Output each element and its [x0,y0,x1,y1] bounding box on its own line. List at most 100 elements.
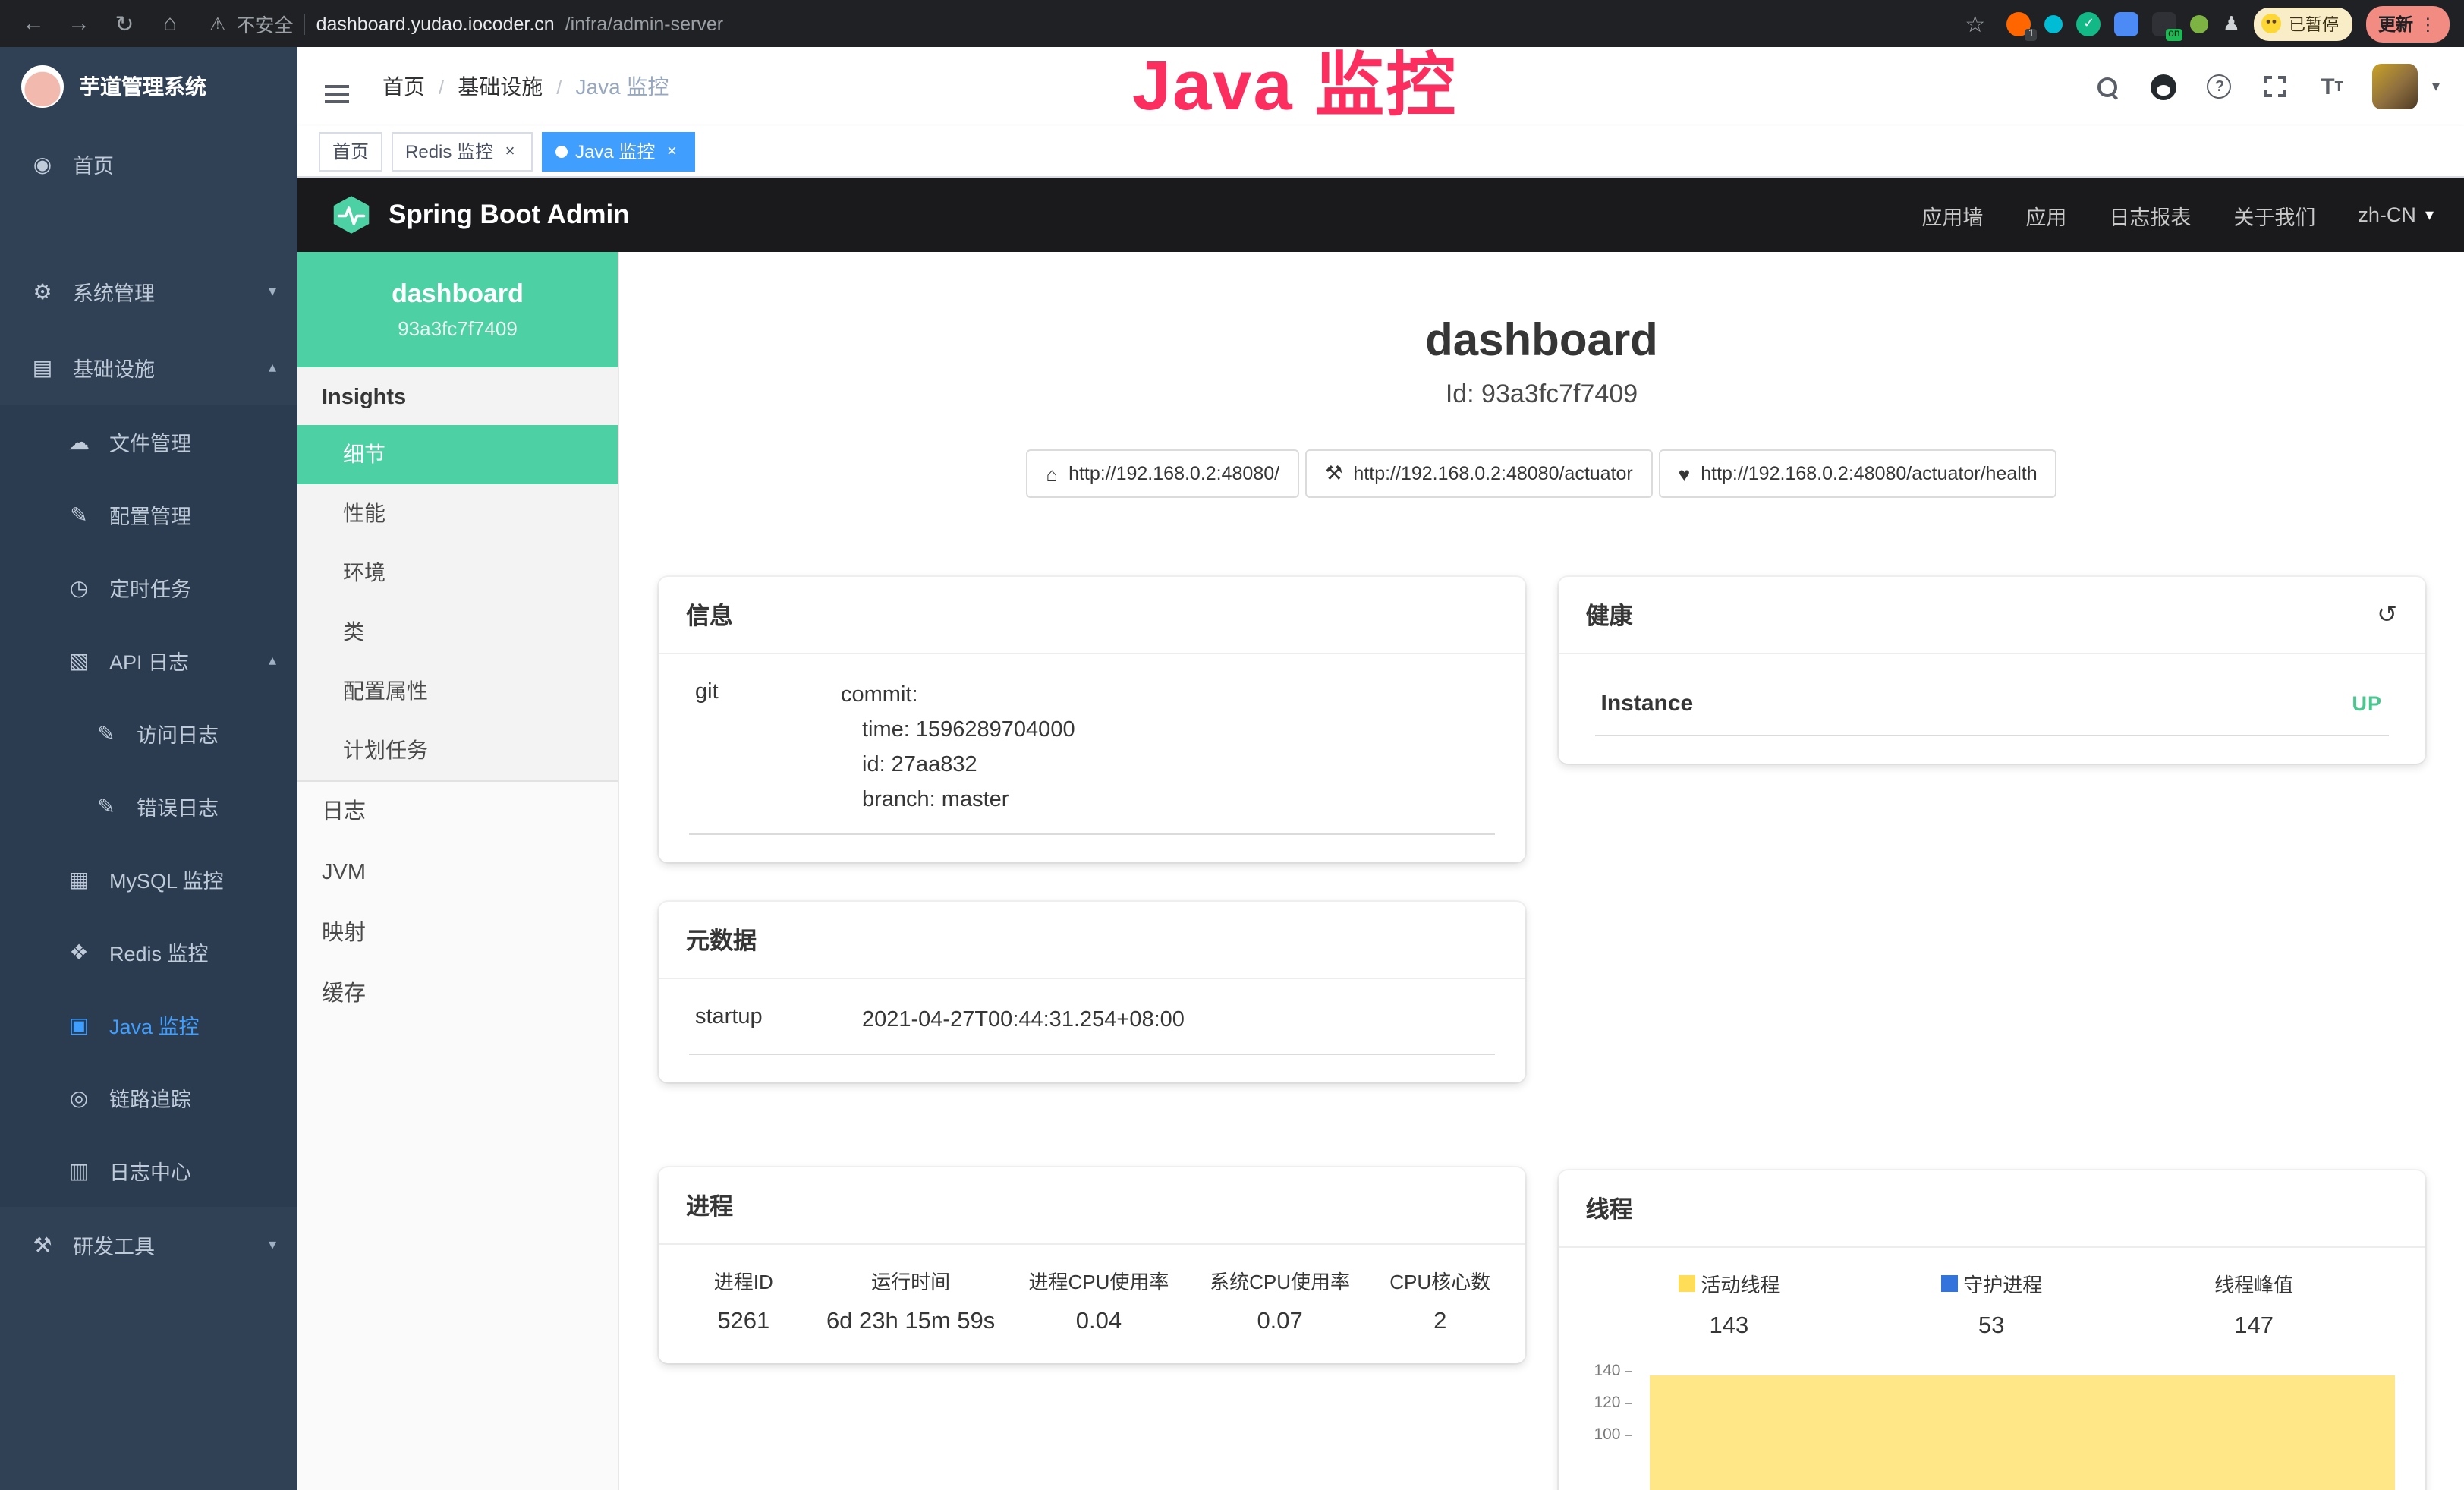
sba-locale-select[interactable]: zh-CN ▾ [2358,203,2434,226]
sidebar-item-scheduled-tasks[interactable]: ◷ 定时任务 [0,551,297,624]
legend-label: 守护进程 [1963,1269,2042,1298]
sidebar-item-dev-tools[interactable]: ⚒ 研发工具 ▾ [0,1207,297,1283]
process-value: 2 [1370,1309,1510,1336]
font-size-icon[interactable]: TT [2317,71,2347,102]
avatar-caret-icon[interactable]: ▾ [2432,78,2440,95]
extension-icon-2[interactable] [2045,14,2063,33]
insights-item-scheduled-tasks[interactable]: 计划任务 [297,721,618,780]
actuator-url-link[interactable]: ⚒ http://192.168.0.2:48080/actuator [1305,449,1653,498]
extension-icon-7[interactable]: ♟ [2223,11,2240,36]
insights-item-details[interactable]: 细节 [297,425,618,484]
tab-java-monitor[interactable]: Java 监控 × [542,131,694,171]
sidebar-item-trace[interactable]: ◎ 链路追踪 [0,1061,297,1134]
browser-menu-icon[interactable]: ⋮ [2419,13,2437,34]
sidebar-item-home[interactable]: ◉ 首页 [0,126,297,202]
java-icon: ▣ [67,1012,91,1038]
update-button[interactable]: 更新 ⋮ [2366,5,2449,42]
smiley-icon [2261,14,2281,33]
sba-nav-journal[interactable]: 日志报表 [2109,200,2191,230]
menu-item-caches[interactable]: 缓存 [297,964,618,1025]
menu-item-jvm[interactable]: JVM [297,843,618,903]
extension-badge: 1 [2025,28,2038,40]
info-key: git [695,679,841,818]
sidebar-item-api-logs[interactable]: ▧ API 日志 ▴ [0,624,297,697]
chevron-up-icon: ▴ [269,652,276,669]
insights-item-environment[interactable]: 环境 [297,543,618,603]
close-icon[interactable]: × [662,142,681,160]
extension-icon-5[interactable]: on [2153,11,2177,36]
history-icon[interactable]: ↺ [2377,600,2397,630]
address-bar[interactable]: ⚠ 不安全 dashboard.yudao.iocoder.cn/infra/a… [209,9,1948,38]
sba-nav-wallboard[interactable]: 应用墙 [1921,200,1983,230]
legend-value: 143 [1598,1313,1861,1340]
sidebar-item-infrastructure[interactable]: ▤ 基础设施 ▴ [0,329,297,405]
sidebar-item-label: API 日志 [109,645,189,676]
menu-item-mappings[interactable]: 映射 [297,903,618,964]
sidebar-toggle-icon[interactable] [322,65,364,108]
extension-icon-1[interactable]: 1 [2007,11,2031,36]
sba-brand[interactable]: Spring Boot Admin [331,194,630,235]
main-content: dashboard Id: 93a3fc7f7409 ⌂ http://192.… [619,252,2464,1490]
daemon-threads-swatch [1940,1275,1957,1292]
sba-nav-applications[interactable]: 应用 [2025,200,2066,230]
extension-on-badge: on [2165,28,2183,40]
sidebar-item-system-admin[interactable]: ⚙ 系统管理 ▾ [0,254,297,329]
fullscreen-icon[interactable] [2261,71,2291,102]
tab-label: Redis 监控 [405,138,493,164]
extension-icon-6[interactable] [2191,14,2209,33]
process-header: 运行时间 [813,1266,1009,1295]
sidebar-item-log-center[interactable]: ▥ 日志中心 [0,1134,297,1207]
sidebar-item-mysql-monitor[interactable]: ▦ MySQL 监控 [0,843,297,915]
paused-badge[interactable]: 已暂停 [2254,7,2352,40]
insights-item-metrics[interactable]: 性能 [297,484,618,543]
mysql-icon: ▦ [67,866,91,892]
access-log-icon: ✎ [94,720,118,746]
help-icon[interactable]: ? [2204,71,2235,102]
sba-nav-about[interactable]: 关于我们 [2233,200,2315,230]
live-threads-swatch [1678,1275,1695,1292]
insights-item-beans[interactable]: 类 [297,603,618,662]
sidebar-item-java-monitor[interactable]: ▣ Java 监控 [0,988,297,1061]
reload-icon[interactable]: ↻ [106,5,143,42]
sidebar-item-access-logs[interactable]: ✎ 访问日志 [0,697,297,770]
tags-view-bar: 首页 Redis 监控 × Java 监控 × [297,126,2464,178]
close-icon[interactable]: × [501,142,519,160]
insights-item-config-props[interactable]: 配置属性 [297,662,618,721]
app-title: 芋道管理系统 [79,71,206,102]
app-logo-row: 芋道管理系统 [0,47,297,126]
breadcrumb-infrastructure[interactable]: 基础设施 [458,71,543,102]
health-url-link[interactable]: ♥ http://192.168.0.2:48080/actuator/heal… [1659,449,2057,498]
service-url-link[interactable]: ⌂ http://192.168.0.2:48080/ [1026,449,1299,498]
back-icon[interactable]: ← [15,5,52,42]
github-icon[interactable] [2148,71,2179,102]
sidebar-item-redis-monitor[interactable]: ❖ Redis 监控 [0,915,297,988]
security-label[interactable]: 不安全 [237,9,294,38]
home-icon[interactable]: ⌂ [152,5,188,42]
sidebar-item-label: 访问日志 [137,718,219,748]
search-icon[interactable] [2092,71,2123,102]
tab-redis-monitor[interactable]: Redis 监控 × [392,131,533,171]
process-header: 系统CPU使用率 [1189,1266,1370,1295]
home-icon: ⌂ [1046,462,1058,485]
sidebar-item-config-management[interactable]: ✎ 配置管理 [0,478,297,551]
metadata-row-startup: startup 2021-04-27T00:44:31.254+08:00 [689,979,1495,1055]
sidebar-item-label: 系统管理 [73,276,155,307]
forward-icon[interactable]: → [61,5,97,42]
user-avatar[interactable] [2373,64,2418,109]
sidebar-item-error-logs[interactable]: ✎ 错误日志 [0,770,297,843]
clock-icon: ◷ [67,575,91,600]
log-center-icon: ▥ [67,1158,91,1183]
breadcrumb-home[interactable]: 首页 [382,71,425,102]
bookmark-star-icon[interactable]: ☆ [1957,5,1994,42]
extension-icon-3[interactable]: ✓ [2077,11,2101,36]
instance-sidebar: dashboard 93a3fc7f7409 Insights 细节 性能 环境… [297,252,619,1490]
process-header: 进程CPU使用率 [1009,1266,1190,1295]
app-logo-avatar [21,65,64,108]
menu-item-logs[interactable]: 日志 [297,782,618,843]
error-log-icon: ✎ [94,793,118,819]
extension-icon-4[interactable] [2115,11,2139,36]
edit-icon: ✎ [67,502,91,528]
sba-header: Spring Boot Admin 应用墙 应用 日志报表 关于我们 zh-CN… [297,178,2464,252]
sidebar-item-file-management[interactable]: ☁ 文件管理 [0,405,297,478]
tab-home[interactable]: 首页 [319,131,382,171]
